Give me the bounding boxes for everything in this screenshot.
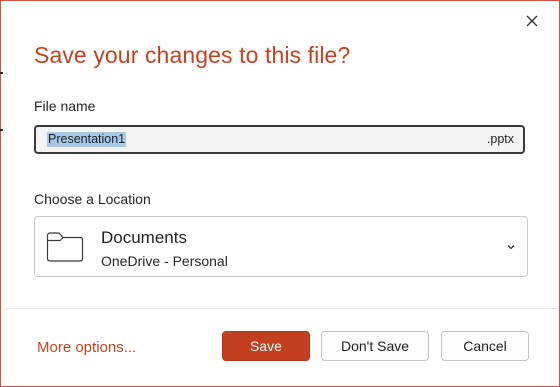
cancel-button[interactable]: Cancel bbox=[441, 331, 529, 361]
dont-save-button-label: Don't Save bbox=[340, 338, 410, 354]
save-button[interactable]: Save bbox=[222, 331, 310, 361]
save-changes-dialog: Save your changes to this file? File nam… bbox=[0, 0, 560, 387]
background-edge-mark bbox=[0, 129, 3, 131]
folder-icon bbox=[46, 232, 84, 262]
location-name: Documents bbox=[101, 228, 187, 247]
dont-save-button[interactable]: Don't Save bbox=[321, 331, 429, 361]
close-icon bbox=[526, 15, 538, 27]
more-options-link[interactable]: More options... bbox=[37, 339, 136, 356]
location-subtitle: OneDrive - Personal bbox=[101, 253, 228, 269]
close-button[interactable] bbox=[517, 7, 547, 35]
save-button-label: Save bbox=[250, 338, 282, 354]
location-dropdown[interactable]: Documents OneDrive - Personal bbox=[34, 216, 528, 277]
cancel-button-label: Cancel bbox=[463, 338, 507, 354]
chevron-down-icon bbox=[507, 245, 515, 250]
file-name-value: Presentation1 bbox=[47, 132, 127, 147]
dialog-title: Save your changes to this file? bbox=[34, 42, 351, 68]
file-name-input[interactable]: Presentation1 .pptx bbox=[34, 125, 525, 154]
choose-location-label: Choose a Location bbox=[34, 191, 151, 207]
file-name-label: File name bbox=[34, 98, 96, 114]
footer-divider bbox=[5, 308, 557, 309]
file-extension: .pptx bbox=[486, 132, 514, 146]
background-edge-mark bbox=[0, 72, 3, 74]
